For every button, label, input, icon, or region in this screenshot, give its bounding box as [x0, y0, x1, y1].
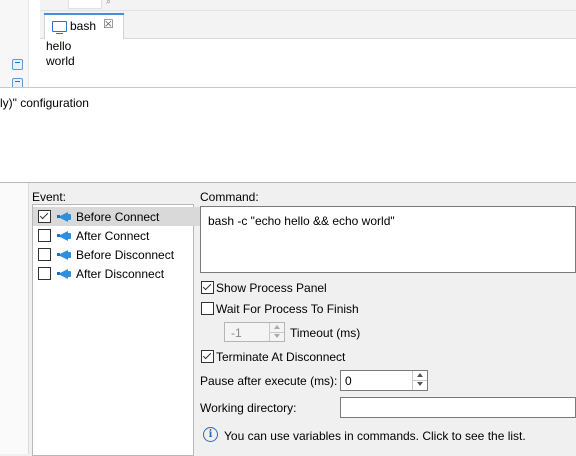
- close-icon[interactable]: ☒: [103, 17, 114, 31]
- event-checkbox[interactable]: [38, 248, 51, 261]
- pause-spin-buttons: [412, 371, 427, 390]
- megaphone-icon: [56, 211, 72, 223]
- show-process-panel-checkbox[interactable]: [201, 281, 214, 294]
- event-item-after-disconnect[interactable]: After Disconnect: [33, 264, 209, 283]
- gutter-marker-icon[interactable]: [12, 59, 23, 70]
- variables-info-link[interactable]: You can use variables in commands. Click…: [224, 429, 526, 443]
- search-icon[interactable]: ⌕: [106, 0, 111, 7]
- left-gutter: [0, 0, 29, 89]
- megaphone-icon: [56, 230, 72, 242]
- configuration-description: ly)" configuration: [0, 96, 89, 110]
- timeout-spin-buttons: [269, 323, 284, 341]
- terminate-at-disconnect-checkbox[interactable]: [201, 350, 214, 363]
- megaphone-icon: [56, 249, 72, 261]
- command-value: bash -c "echo hello && echo world": [208, 214, 395, 228]
- working-directory-label: Working directory:: [200, 401, 297, 415]
- terminal-icon: [52, 21, 67, 34]
- event-item-label: Before Disconnect: [76, 248, 175, 262]
- timeout-label: Timeout (ms): [290, 326, 361, 340]
- wait-for-process-label: Wait For Process To Finish: [216, 302, 359, 316]
- info-icon: i: [203, 427, 218, 442]
- chevron-up-icon: [274, 325, 280, 329]
- event-item-label: Before Connect: [76, 210, 160, 224]
- working-directory-input[interactable]: [340, 397, 576, 418]
- wait-for-process-checkbox[interactable]: [201, 302, 214, 315]
- terminate-at-disconnect-label: Terminate At Disconnect: [216, 350, 346, 364]
- pause-after-execute-value: 0: [345, 374, 352, 388]
- event-checkbox[interactable]: [38, 229, 51, 242]
- divider: [0, 182, 576, 183]
- toolbar-control[interactable]: [68, 0, 102, 9]
- timeout-value: -1: [231, 326, 242, 340]
- spin-down-button[interactable]: [270, 332, 284, 341]
- timeout-stepper[interactable]: -1: [224, 322, 285, 342]
- event-checkbox[interactable]: [38, 267, 51, 280]
- event-label: Event:: [32, 190, 67, 204]
- event-item-label: After Disconnect: [76, 267, 165, 281]
- event-list[interactable]: Before Connect After Connect Before Disc…: [32, 204, 209, 456]
- event-item-after-connect[interactable]: After Connect: [33, 226, 209, 245]
- description-panel: ly)" configuration: [0, 88, 576, 182]
- megaphone-icon: [56, 268, 72, 280]
- command-label: Command:: [200, 190, 259, 204]
- terminal-output-line: world: [46, 54, 75, 68]
- toolbar-strip: [40, 0, 576, 11]
- event-item-before-connect[interactable]: Before Connect: [33, 207, 209, 226]
- pause-after-execute-stepper[interactable]: 0: [340, 370, 428, 391]
- show-process-panel-label: Show Process Panel: [216, 281, 327, 295]
- event-checkbox[interactable]: [38, 210, 51, 223]
- chevron-up-icon: [417, 373, 423, 377]
- tab-bash[interactable]: bash ☒: [44, 13, 124, 39]
- pause-after-execute-label: Pause after execute (ms):: [200, 374, 338, 388]
- left-strip: [0, 183, 29, 454]
- spin-down-button[interactable]: [413, 380, 427, 389]
- tab-label: bash: [70, 19, 97, 33]
- terminal-output-line: hello: [46, 39, 72, 53]
- command-textarea[interactable]: bash -c "echo hello && echo world": [200, 206, 576, 273]
- event-item-before-disconnect[interactable]: Before Disconnect: [33, 245, 209, 264]
- tab-active-indicator: [44, 13, 124, 15]
- chevron-down-icon: [417, 382, 423, 386]
- event-item-label: After Connect: [76, 229, 150, 243]
- chevron-down-icon: [274, 334, 280, 338]
